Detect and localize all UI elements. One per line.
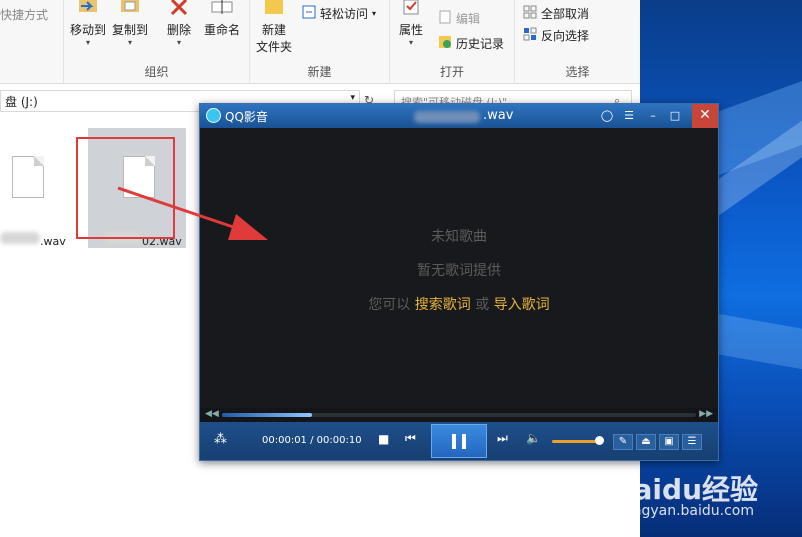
group-label-select: 选择: [565, 65, 590, 79]
menu-icon[interactable]: ☰: [620, 107, 638, 124]
baidu-watermark-url: jingyan.baidu.com: [624, 503, 754, 519]
select-none-label: 全部取消: [541, 7, 590, 21]
next-icon[interactable]: ⏭: [497, 431, 508, 446]
rename-button[interactable]: 重命名: [204, 0, 240, 38]
pause-button[interactable]: [431, 424, 487, 458]
select-none-icon: [523, 5, 537, 22]
time-display: 00:00:01 / 00:00:10: [262, 435, 362, 446]
maximize-icon[interactable]: □: [666, 107, 684, 124]
history-icon: [438, 35, 452, 52]
chevron-down-icon: ▾: [86, 38, 91, 47]
group-organize: 移动到 ▾ 复制到 ▾ 删除 ▾ 重命名 组织: [64, 0, 250, 84]
edit-icon: [438, 10, 452, 27]
easy-access-icon: [302, 5, 316, 22]
eject-icon[interactable]: ⏏: [636, 434, 656, 450]
new-folder-icon: [256, 0, 292, 19]
copy-to-icon: [112, 0, 148, 19]
control-bar: ⁂ 00:00:01 / 00:00:10 ■ ⏮ ⏭ 🔈 ✎ ⏏ ▣ ☰: [200, 422, 718, 460]
delete-label: 删除: [166, 23, 191, 37]
rename-label: 重命名: [204, 23, 241, 37]
file-name: .wav: [40, 235, 66, 248]
properties-icon: [398, 0, 424, 19]
settings-icon[interactable]: ✎: [613, 434, 633, 450]
move-to-button[interactable]: 移动到 ▾: [70, 0, 106, 47]
highlight-box: [76, 137, 175, 239]
group-label-open: 打开: [439, 65, 464, 79]
invert-selection-icon: [523, 27, 537, 44]
song-title: 未知歌曲: [431, 229, 487, 245]
fast-forward-icon[interactable]: ▶▶: [699, 409, 713, 419]
close-icon[interactable]: ✕: [692, 104, 718, 128]
properties-button[interactable]: 属性 ▾: [398, 0, 424, 47]
app-name: QQ影音: [225, 110, 268, 124]
copy-to-button[interactable]: 复制到 ▾: [112, 0, 148, 47]
rewind-icon[interactable]: ◀◀: [205, 409, 219, 419]
easy-access-button[interactable]: 轻松访问 ▾: [302, 5, 376, 22]
screen-icon[interactable]: ▣: [659, 434, 679, 450]
easy-access-label: 轻松访问: [320, 7, 369, 21]
edit-label: 编辑: [456, 12, 481, 26]
address-path: 盘 (J:): [5, 95, 38, 109]
pause-icon: [462, 434, 466, 449]
volume-icon[interactable]: 🔈: [526, 431, 541, 445]
edit-button[interactable]: 编辑: [438, 10, 480, 27]
invert-selection-button[interactable]: 反向选择: [523, 27, 589, 44]
chat-icon[interactable]: ◯: [598, 107, 616, 124]
wav-file-icon: [12, 156, 44, 198]
player-title-bar[interactable]: QQ影音 .wav ◯ ☰ – □ ✕: [200, 104, 718, 128]
ribbon: 快捷方式 移动到 ▾ 复制到 ▾ 删除 ▾ 重命名 组织 新建 文件夹 轻松访问…: [0, 0, 640, 84]
group-clipboard: 快捷方式: [0, 0, 64, 84]
new-folder-label-2: 文件夹: [256, 40, 293, 54]
group-label-new: 新建: [307, 65, 332, 79]
playlist-icon[interactable]: ☰: [682, 434, 702, 450]
seek-bar[interactable]: [222, 413, 696, 417]
pause-icon: [452, 434, 456, 449]
no-lyrics-text: 暂无歌词提供: [417, 263, 501, 279]
group-label-organize: 组织: [144, 65, 169, 79]
delete-button[interactable]: 删除 ▾: [166, 0, 192, 47]
group-select: 全部取消 反向选择 选择: [515, 0, 640, 84]
seek-bar-fill: [222, 413, 313, 417]
blurred-filename: [0, 232, 40, 244]
group-new: 新建 文件夹 轻松访问 ▾ 新建: [250, 0, 390, 84]
paste-shortcut-button[interactable]: 快捷方式: [0, 6, 48, 23]
chevron-down-icon[interactable]: ▾: [350, 93, 355, 103]
lyrics-actions: 您可以 搜索歌词 或 导入歌词: [200, 294, 718, 314]
new-folder-button[interactable]: 新建 文件夹: [256, 0, 292, 55]
select-none-button[interactable]: 全部取消: [523, 5, 589, 22]
qq-player-window: QQ影音 .wav ◯ ☰ – □ ✕ 未知歌曲 暂无歌词提供 您可以 搜索歌词…: [199, 103, 719, 461]
new-folder-label-1: 新建: [262, 23, 287, 37]
file-item[interactable]: .wav: [0, 128, 70, 248]
chevron-down-icon: ▾: [176, 38, 181, 47]
history-label: 历史记录: [456, 37, 505, 51]
volume-slider[interactable]: [552, 440, 598, 443]
copy-to-label: 复制到: [112, 23, 149, 37]
file-title: .wav: [483, 108, 514, 123]
you-can-text: 您可以: [368, 297, 411, 313]
lyrics-panel: 未知歌曲 暂无歌词提供 您可以 搜索歌词 或 导入歌词: [200, 128, 718, 408]
minimize-icon[interactable]: –: [644, 107, 662, 124]
volume-knob[interactable]: [595, 436, 604, 445]
chevron-down-icon: ▾: [128, 38, 133, 47]
move-to-icon: [70, 0, 106, 19]
chevron-down-icon: ▾: [372, 9, 377, 18]
baidu-watermark-logo: Baidu经验: [612, 473, 758, 506]
qq-player-logo-icon: [206, 108, 221, 123]
blurred-title: [414, 111, 480, 123]
previous-icon[interactable]: ⏮: [405, 431, 416, 446]
invert-selection-label: 反向选择: [541, 29, 590, 43]
history-button[interactable]: 历史记录: [438, 35, 504, 52]
import-lyrics-link[interactable]: 导入歌词: [494, 297, 550, 313]
move-to-label: 移动到: [70, 23, 107, 37]
footprint-icon[interactable]: ⁂: [214, 432, 227, 447]
rename-icon: [204, 0, 240, 19]
chevron-down-icon: ▾: [408, 38, 413, 47]
properties-label: 属性: [398, 23, 423, 37]
or-text: 或: [475, 297, 490, 313]
group-open: 属性 ▾ 编辑 历史记录 打开: [390, 0, 515, 84]
delete-icon: [166, 0, 192, 19]
stop-icon[interactable]: ■: [378, 432, 389, 446]
progress-row: ◀◀ ▶▶: [200, 408, 718, 422]
search-lyrics-link[interactable]: 搜索歌词: [415, 297, 471, 313]
